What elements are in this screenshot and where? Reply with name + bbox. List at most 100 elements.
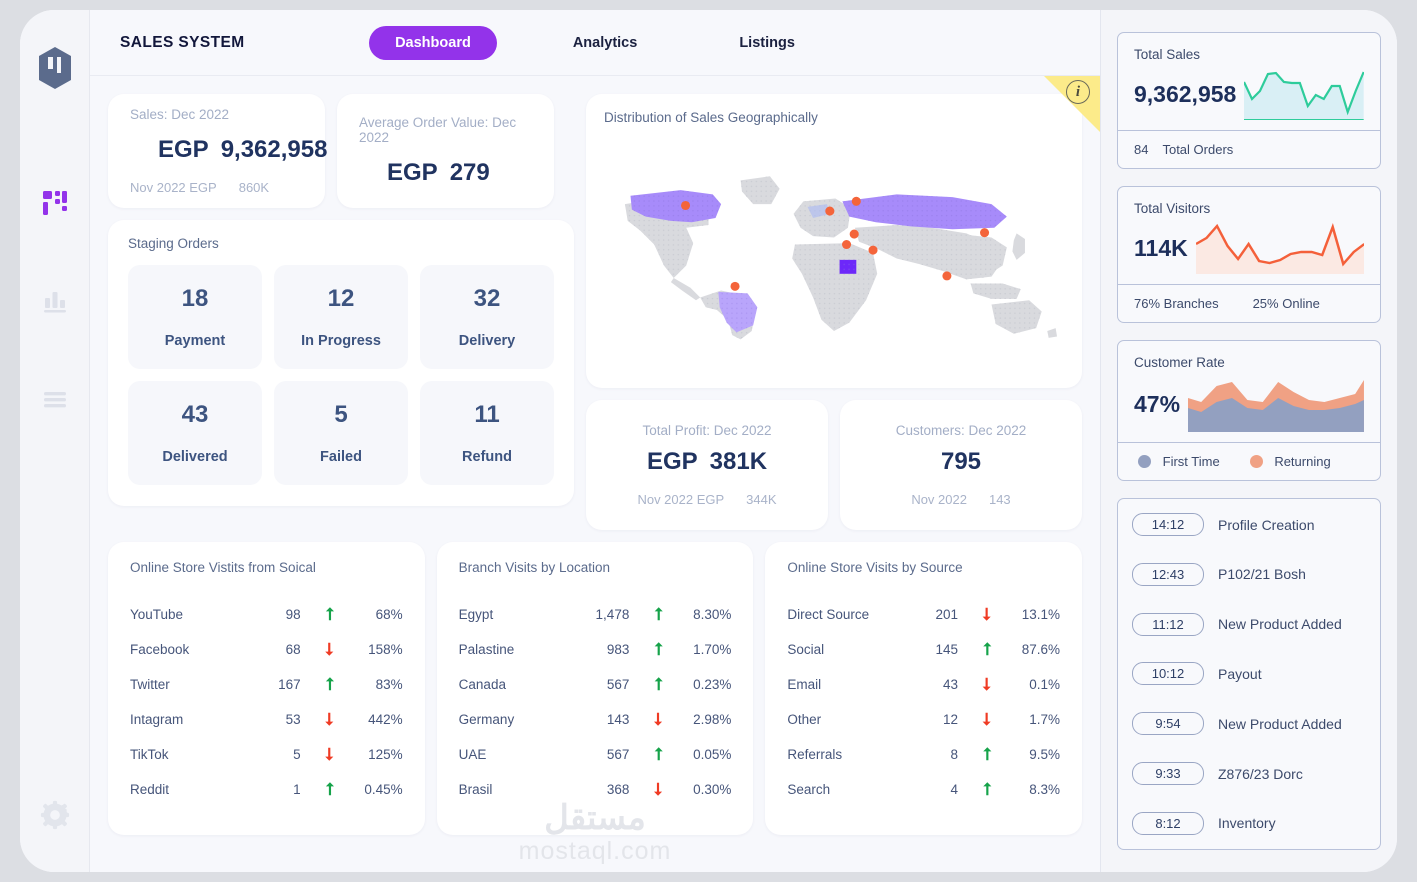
activity-item[interactable]: 9:54 New Product Added	[1132, 712, 1366, 735]
row-name: Canada	[459, 677, 607, 692]
row-percent: 9.5%	[1002, 747, 1060, 762]
list-item[interactable]: Search 4 ⭡ 8.3%	[787, 772, 1060, 807]
info-icon[interactable]: i	[1066, 80, 1090, 104]
activity-item[interactable]: 14:12 Profile Creation	[1132, 513, 1366, 536]
arrow-down-icon: ⭣	[643, 711, 673, 728]
row-name: Social	[787, 642, 935, 657]
activity-time: 9:33	[1132, 762, 1204, 785]
sidebar-item-settings[interactable]	[38, 798, 72, 832]
kpi-profit-sub-label: Nov 2022 EGP	[637, 492, 724, 507]
list-item[interactable]: UAE 567 ⭡ 0.05%	[459, 737, 732, 772]
list-item[interactable]: Other 12 ⭣ 1.7%	[787, 702, 1060, 737]
kpi-card-profit: Total Profit: Dec 2022 EGP 381K Nov 2022…	[586, 400, 828, 530]
app-window: SALES SYSTEM Dashboard Analytics Listing…	[20, 10, 1397, 872]
staging-box-payment[interactable]: 18 Payment	[128, 265, 262, 369]
staging-count: 12	[280, 285, 402, 313]
activity-item[interactable]: 11:12 New Product Added	[1132, 613, 1366, 636]
row-name: YouTube	[130, 607, 286, 622]
map-marker-egypt	[842, 240, 851, 249]
list-item[interactable]: Direct Source 201 ⭣ 13.1%	[787, 597, 1060, 632]
row-value: 1,478	[596, 607, 644, 622]
row-value: 8	[951, 747, 973, 762]
list-item[interactable]: Palastine 983 ⭡ 1.70%	[459, 632, 732, 667]
arrow-down-icon: ⭣	[643, 781, 673, 798]
branches-label: Branches	[1164, 296, 1219, 311]
list-item[interactable]: Social 145 ⭡ 87.6%	[787, 632, 1060, 667]
row-percent: 68%	[345, 607, 403, 622]
row-value: 43	[943, 677, 972, 692]
row-name: Other	[787, 712, 943, 727]
staging-label: Refund	[426, 449, 548, 465]
row-name: Germany	[459, 712, 607, 727]
activity-item[interactable]: 10:12 Payout	[1132, 662, 1366, 685]
staging-box-refund[interactable]: 11 Refund	[420, 381, 554, 485]
activity-label: Z876/23 Dorc	[1218, 766, 1303, 782]
list-item[interactable]: Reddit 1 ⭡ 0.45%	[130, 772, 403, 807]
list-item[interactable]: Referrals 8 ⭡ 9.5%	[787, 737, 1060, 772]
row-percent: 158%	[345, 642, 403, 657]
list-item[interactable]: TikTok 5 ⭣ 125%	[130, 737, 403, 772]
map-marker-canada	[681, 201, 690, 210]
staging-box-failed[interactable]: 5 Failed	[274, 381, 408, 485]
kpi-customers-value: 795	[941, 448, 981, 476]
list-item[interactable]: YouTube 98 ⭡ 68%	[130, 597, 403, 632]
total-sales-card: Total Sales 9,362,958 84 Total Orders	[1117, 32, 1381, 169]
total-visitors-card: Total Visitors 114K 76% Branches	[1117, 186, 1381, 323]
row-name: Direct Source	[787, 607, 935, 622]
activity-item[interactable]: 12:43 P102/21 Bosh	[1132, 563, 1366, 586]
list-item[interactable]: Intagram 53 ⭣ 442%	[130, 702, 403, 737]
activity-item[interactable]: 8:12 Inventory	[1132, 812, 1366, 835]
staging-box-in-progress[interactable]: 12 In Progress	[274, 265, 408, 369]
world-map[interactable]	[604, 125, 1064, 378]
tab-analytics[interactable]: Analytics	[547, 26, 663, 60]
staging-box-delivery[interactable]: 32 Delivery	[420, 265, 554, 369]
kpi-aov-label: Average Order Value: Dec 2022	[359, 115, 532, 145]
left-nav-rail	[20, 10, 90, 872]
total-sales-label: Total Sales	[1134, 47, 1364, 62]
list-card-branches: Branch Visits by Location Egypt 1,478 ⭡ …	[437, 542, 754, 835]
total-orders-value: 84	[1134, 142, 1148, 157]
row-name: Brasil	[459, 782, 607, 797]
staging-box-delivered[interactable]: 43 Delivered	[128, 381, 262, 485]
row-percent: 83%	[345, 677, 403, 692]
sidebar-item-dashboard[interactable]	[38, 186, 72, 220]
activity-time: 10:12	[1132, 662, 1204, 685]
list-item[interactable]: Facebook 68 ⭣ 158%	[130, 632, 403, 667]
row-percent: 0.30%	[673, 782, 731, 797]
list-item[interactable]: Canada 567 ⭡ 0.23%	[459, 667, 732, 702]
arrow-down-icon: ⭣	[315, 746, 345, 763]
list-item[interactable]: Twitter 167 ⭡ 83%	[130, 667, 403, 702]
tab-listings[interactable]: Listings	[713, 26, 821, 60]
list-item[interactable]: Brasil 368 ⭣ 0.30%	[459, 772, 732, 807]
legend-label: Returning	[1274, 454, 1330, 469]
list-item[interactable]: Germany 143 ⭣ 2.98%	[459, 702, 732, 737]
row-value: 98	[286, 607, 315, 622]
activity-item[interactable]: 9:33 Z876/23 Dorc	[1132, 762, 1366, 785]
tab-dashboard[interactable]: Dashboard	[369, 26, 497, 60]
staging-count: 11	[426, 401, 548, 429]
row-value: 4	[951, 782, 973, 797]
activity-time: 12:43	[1132, 563, 1204, 586]
map-marker-uae	[869, 246, 878, 255]
total-sales-footer: 84 Total Orders	[1118, 130, 1380, 168]
row-percent: 13.1%	[1002, 607, 1060, 622]
list-item[interactable]: Email 43 ⭣ 0.1%	[787, 667, 1060, 702]
row-percent: 0.1%	[1002, 677, 1060, 692]
customer-rate-legend: First Time Returning	[1118, 442, 1380, 480]
row-name: Search	[787, 782, 950, 797]
map-marker-ukraine	[825, 207, 834, 216]
row-percent: 0.23%	[673, 677, 731, 692]
kpi-customers-label: Customers: Dec 2022	[862, 423, 1060, 438]
map-marker-russia	[852, 197, 861, 206]
sidebar-item-lists[interactable]	[38, 382, 72, 416]
activity-time: 11:12	[1132, 613, 1204, 636]
staging-count: 32	[426, 285, 548, 313]
map-marker-turkey	[850, 230, 859, 239]
legend-returning: Returning	[1250, 454, 1331, 469]
legend-dot-icon	[1138, 455, 1151, 468]
branches-stat: 76% Branches	[1134, 296, 1219, 311]
row-percent: 8.30%	[673, 607, 731, 622]
list-item[interactable]: Egypt 1,478 ⭡ 8.30%	[459, 597, 732, 632]
row-value: 368	[607, 782, 644, 797]
sidebar-item-analytics[interactable]	[38, 284, 72, 318]
